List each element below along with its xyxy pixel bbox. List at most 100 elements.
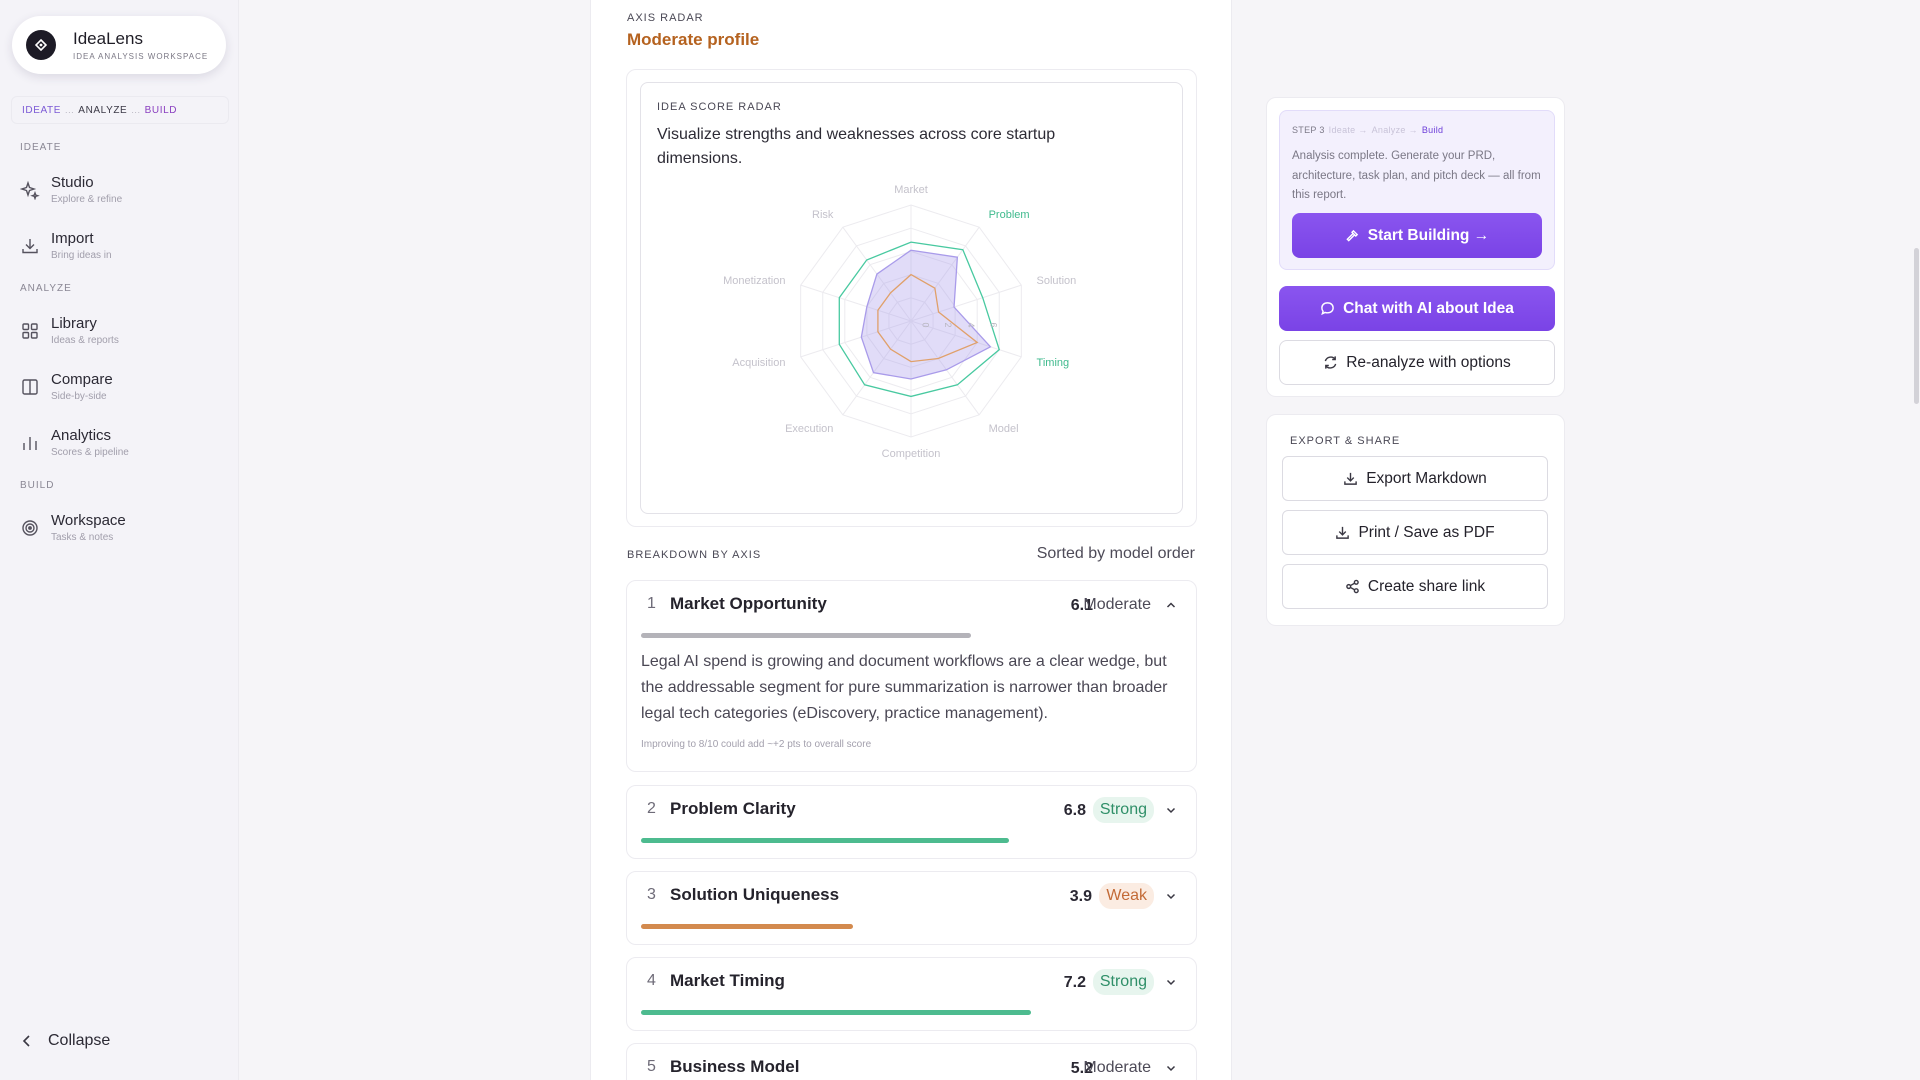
- radar-axis-label: Model: [989, 423, 1019, 435]
- step-description: Analysis complete. Generate your PRD, ar…: [1292, 150, 1541, 201]
- rating-badge: Moderate: [1083, 1059, 1151, 1076]
- axis-number: 3: [647, 886, 656, 903]
- axis-number: 2: [647, 800, 656, 817]
- chevron-down-icon[interactable]: [1166, 1064, 1176, 1072]
- step-ideate: Ideate →: [1328, 125, 1368, 135]
- radar-tick-label: 4: [966, 322, 976, 327]
- flow-build[interactable]: BUILD: [145, 105, 177, 116]
- axis-name: Problem Clarity: [670, 799, 796, 818]
- flow-separator: ...: [131, 105, 141, 115]
- chevron-up-icon[interactable]: [1166, 601, 1176, 609]
- radar-axis-label: Acquisition: [732, 357, 785, 369]
- export-panel: EXPORT & SHARE Export Markdown Print / S…: [1266, 414, 1565, 626]
- flow-separator: ...: [64, 105, 75, 115]
- nav-title: Analytics: [51, 427, 112, 444]
- report-column: AXIS RADAR Moderate profile IDEA SCORE R…: [590, 0, 1232, 1080]
- grid-icon: [22, 323, 38, 339]
- reanalyze-button[interactable]: Re-analyze with options: [1279, 340, 1555, 385]
- score-bar: [641, 838, 1009, 843]
- brand-name: IdeaLens: [73, 29, 143, 48]
- brand-pill[interactable]: IdeaLens IDEA ANALYSIS WORKSPACE: [12, 16, 226, 74]
- radar-axis-label: Solution: [1037, 275, 1077, 287]
- rating-badge: Strong: [1092, 797, 1154, 823]
- collapse-label: Collapse: [48, 1032, 111, 1049]
- score-bar: [641, 924, 853, 929]
- start-building-label: Start Building →: [1367, 226, 1490, 244]
- rating-badge: Strong: [1092, 969, 1154, 995]
- radar-description: Visualize strengths and weaknesses acros…: [657, 126, 1056, 167]
- radar-tick-label: 0: [920, 322, 930, 327]
- flow-breadcrumb: IDEATE ... ANALYZE ... BUILD: [11, 96, 229, 124]
- reanalyze-label: Re-analyze with options: [1346, 353, 1511, 371]
- export-label: EXPORT & SHARE: [1290, 435, 1401, 447]
- flow-ideate[interactable]: IDEATE: [22, 105, 61, 116]
- download-icon: [1344, 472, 1358, 485]
- axis-score: 7.2: [1063, 974, 1086, 991]
- nav-title: Import: [51, 230, 94, 247]
- radar-axis-label: Timing: [1037, 357, 1070, 369]
- radar-chart: 0 2 4 6 Market Problem Solution Timing Model Comp…: [723, 184, 1077, 460]
- axis-score: 3.9: [1069, 888, 1092, 905]
- sidebar-item-import[interactable]: Import Bring ideas in: [20, 228, 220, 268]
- nav-title: Studio: [51, 174, 94, 191]
- export-markdown-label: Export Markdown: [1366, 469, 1487, 487]
- section-label-build: BUILD: [20, 480, 55, 491]
- sort-label[interactable]: Sorted by model order: [1037, 545, 1195, 563]
- step-progress: STEP 3 Ideate → Analyze → Build: [1292, 125, 1443, 135]
- nav-subtitle: Tasks & notes: [51, 532, 114, 543]
- chat-with-ai-button[interactable]: Chat with AI about Idea: [1279, 286, 1555, 331]
- axis-card-market-timing[interactable]: 4 Market Timing 7.2 Strong: [626, 957, 1197, 1031]
- radar-tick-label: 2: [943, 322, 953, 327]
- brand-subtitle: IDEA ANALYSIS WORKSPACE: [73, 52, 209, 61]
- step-number: STEP 3: [1292, 125, 1325, 135]
- scrollbar-thumb[interactable]: [1914, 248, 1919, 404]
- axis-number: 4: [647, 972, 656, 989]
- download-icon: [1336, 526, 1350, 539]
- nav-subtitle: Explore & refine: [51, 194, 123, 205]
- share-link-label: Create share link: [1367, 577, 1486, 595]
- axis-card-problem-clarity[interactable]: 2 Problem Clarity 6.8 Strong: [626, 785, 1197, 859]
- axis-name: Market Timing: [670, 971, 785, 990]
- radar-tick-label: 6: [989, 322, 999, 327]
- target-icon: [22, 520, 38, 536]
- columns-icon: [22, 379, 38, 395]
- axis-card-business-model[interactable]: 5 Business Model 5.2 Moderate: [626, 1043, 1197, 1080]
- hammer-icon: [1346, 229, 1358, 242]
- axis-name: Solution Uniqueness: [670, 885, 840, 904]
- chevron-down-icon[interactable]: [1166, 978, 1176, 986]
- radar-card: IDEA SCORE RADAR Visualize strengths and…: [626, 69, 1197, 527]
- export-markdown-button[interactable]: Export Markdown: [1282, 456, 1548, 501]
- rating-badge: Moderate: [1083, 596, 1151, 613]
- axis-number: 5: [647, 1058, 656, 1075]
- section-label-ideate: IDEATE: [20, 142, 62, 153]
- radar-axis-label: Monetization: [723, 275, 785, 287]
- nav-subtitle: Side-by-side: [51, 391, 107, 402]
- nav-subtitle: Scores & pipeline: [51, 447, 129, 458]
- step-callout: STEP 3 Ideate → Analyze → Build Analysis…: [1279, 110, 1555, 270]
- step-build: Build: [1421, 125, 1444, 135]
- chevron-down-icon[interactable]: [1166, 806, 1176, 814]
- chevron-down-icon[interactable]: [1166, 892, 1176, 900]
- share-link-button[interactable]: Create share link: [1282, 564, 1548, 609]
- axis-card-market-opportunity[interactable]: 1 Market Opportunity 6.1 Moderate Legal …: [626, 580, 1197, 772]
- radar-axis-label: Market: [894, 184, 928, 196]
- axis-number: 1: [647, 595, 656, 612]
- print-pdf-button[interactable]: Print / Save as PDF: [1282, 510, 1548, 555]
- flow-analyze[interactable]: ANALYZE: [78, 105, 127, 116]
- sidebar: IdeaLens IDEA ANALYSIS WORKSPACE IDEATE …: [0, 0, 239, 1080]
- sidebar-item-compare[interactable]: Compare Side-by-side: [20, 369, 220, 409]
- sidebar-item-analytics[interactable]: Analytics Scores & pipeline: [20, 425, 220, 465]
- sidebar-item-workspace[interactable]: Workspace Tasks & notes: [20, 510, 220, 550]
- collapse-button[interactable]: Collapse: [22, 1032, 110, 1050]
- nav-title: Library: [51, 315, 97, 332]
- axis-card-solution-uniqueness[interactable]: 3 Solution Uniqueness 3.9 Weak: [626, 871, 1197, 945]
- sparkle-icon: [20, 180, 40, 200]
- axis-name: Market Opportunity: [670, 594, 827, 613]
- sidebar-item-studio[interactable]: Studio Explore & refine: [20, 172, 220, 212]
- radar-axis-label: Execution: [785, 423, 833, 435]
- radar-axis-label: Problem: [989, 209, 1030, 221]
- sidebar-item-library[interactable]: Library Ideas & reports: [20, 313, 220, 353]
- radar-eyebrow: AXIS RADAR: [627, 12, 704, 24]
- nav-subtitle: Bring ideas in: [51, 250, 112, 261]
- start-building-button[interactable]: Start Building →: [1292, 213, 1542, 258]
